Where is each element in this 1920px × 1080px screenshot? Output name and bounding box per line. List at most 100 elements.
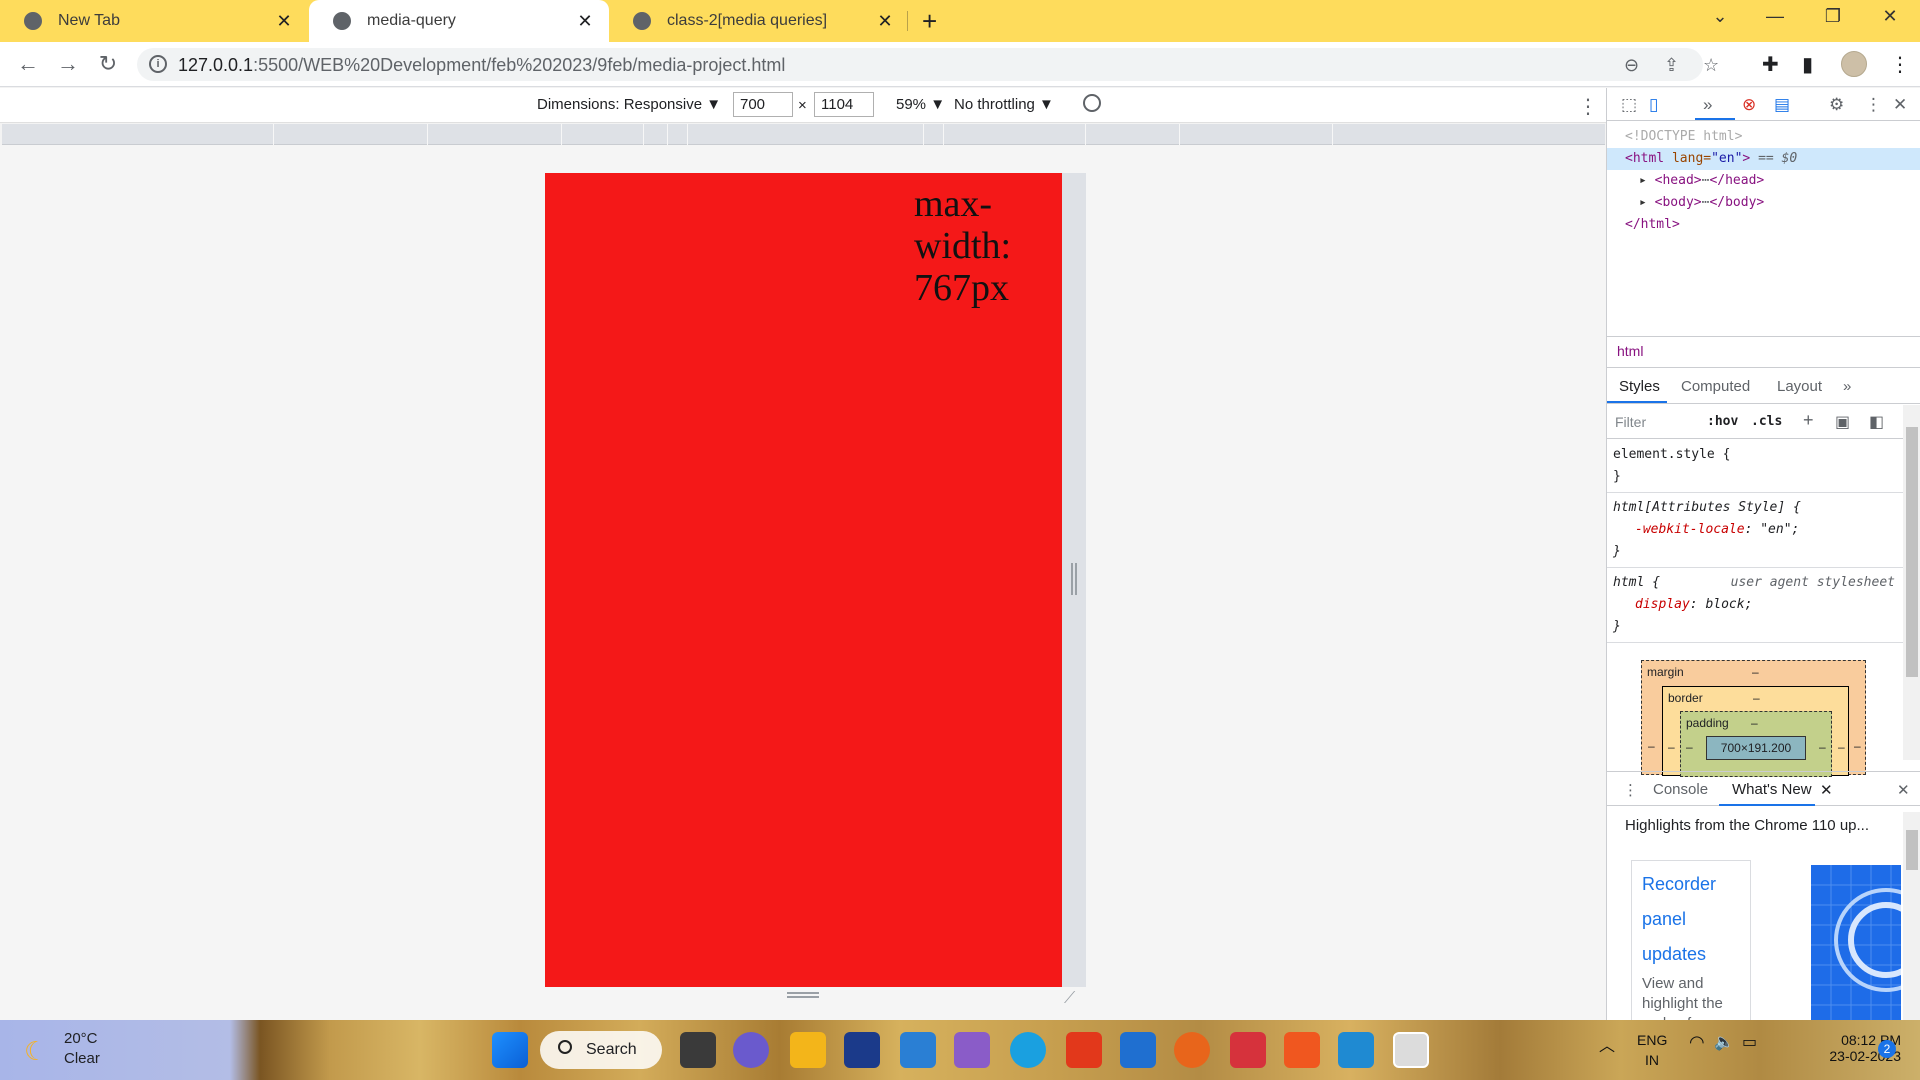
- forward-arrow-icon[interactable]: →: [54, 51, 82, 77]
- more-tabs-icon[interactable]: »: [1843, 378, 1851, 395]
- breadcrumb-item[interactable]: html: [1617, 343, 1643, 359]
- share-icon[interactable]: ⇪: [1664, 55, 1679, 76]
- tab-whats-new[interactable]: What's New: [1732, 781, 1812, 798]
- tab-class-2[interactable]: class-2[media queries] ✕: [609, 0, 909, 42]
- close-icon[interactable]: ✕: [274, 11, 294, 31]
- taskbar-search[interactable]: Search: [540, 1031, 662, 1069]
- dropbox-icon[interactable]: [844, 1032, 880, 1068]
- hov-toggle[interactable]: :hov: [1707, 414, 1738, 429]
- extensions-icon[interactable]: ✚: [1762, 52, 1779, 77]
- styles-scrollbar[interactable]: [1903, 405, 1920, 760]
- chevron-up-icon[interactable]: ︿: [1599, 1032, 1615, 1056]
- dom-doctype[interactable]: <!DOCTYPE html>: [1607, 126, 1920, 148]
- volume-icon[interactable]: 🔈: [1714, 1032, 1734, 1052]
- dom-html-node[interactable]: <html lang="en"> == $0: [1607, 148, 1920, 170]
- triangle-right-icon[interactable]: ▸: [1639, 195, 1655, 210]
- dom-body-node[interactable]: ▸ <body>⋯</body>: [1607, 192, 1920, 214]
- tab-computed[interactable]: Computed: [1681, 378, 1750, 395]
- media-query-ruler[interactable]: [2, 124, 1605, 145]
- reload-icon[interactable]: ↻: [94, 51, 122, 77]
- close-drawer-icon[interactable]: ✕: [1897, 781, 1910, 799]
- box-margin[interactable]: margin – – – border – – – padding – – – …: [1641, 660, 1866, 777]
- whats-new-card[interactable]: Recorder panel updates View and highligh…: [1631, 860, 1751, 1032]
- minimize-icon[interactable]: —: [1755, 6, 1795, 27]
- zoom-icon[interactable]: ⊖: [1624, 55, 1639, 76]
- tab-styles[interactable]: Styles: [1619, 378, 1660, 395]
- zoom-select[interactable]: 59% ▼: [896, 96, 945, 113]
- info-icon[interactable]: i: [149, 55, 167, 73]
- width-input[interactable]: 700: [733, 92, 793, 117]
- teams-chat-icon[interactable]: [733, 1032, 769, 1068]
- dom-html-close[interactable]: </html>: [1607, 214, 1920, 236]
- message-icon[interactable]: ▤: [1774, 95, 1790, 115]
- add-rule-icon[interactable]: +: [1803, 410, 1814, 431]
- rule-element-style[interactable]: element.style { }: [1607, 440, 1903, 493]
- scrollbar-thumb[interactable]: [1906, 427, 1918, 677]
- scrollbar-thumb[interactable]: [1906, 830, 1918, 870]
- close-icon[interactable]: ✕: [875, 11, 895, 31]
- wifi-icon[interactable]: ◠: [1689, 1032, 1705, 1053]
- css-value[interactable]: : "en";: [1745, 522, 1800, 537]
- drawer-scrollbar[interactable]: [1903, 812, 1920, 1021]
- firefox-icon[interactable]: [1174, 1032, 1210, 1068]
- notification-badge[interactable]: 2: [1878, 1040, 1896, 1058]
- close-devtools-icon[interactable]: ✕: [1893, 95, 1907, 115]
- game-icon[interactable]: [1230, 1032, 1266, 1068]
- emulated-page[interactable]: max-width: 767px: [545, 173, 1062, 987]
- mail-icon[interactable]: [1120, 1032, 1156, 1068]
- menu-icon[interactable]: ⋮: [1890, 52, 1910, 77]
- toggle-sidebar-icon[interactable]: ◧: [1869, 412, 1884, 432]
- todo-icon[interactable]: [900, 1032, 936, 1068]
- tab-media-query[interactable]: media-query ✕: [309, 0, 609, 42]
- office-icon[interactable]: [1066, 1032, 1102, 1068]
- url-text[interactable]: 127.0.0.1:5500/WEB%20Development/feb%202…: [178, 55, 785, 76]
- tab-layout[interactable]: Layout: [1777, 378, 1822, 395]
- plus-icon[interactable]: +: [922, 8, 937, 34]
- edge-icon[interactable]: [1010, 1032, 1046, 1068]
- more-options-icon[interactable]: ⋮: [1578, 94, 1598, 119]
- filter-input[interactable]: Filter: [1615, 414, 1646, 430]
- vscode-icon[interactable]: [1338, 1032, 1374, 1068]
- chevron-down-icon[interactable]: ⌄: [1700, 6, 1740, 27]
- close-icon[interactable]: ✕: [575, 11, 595, 31]
- resize-handle-right[interactable]: [1062, 173, 1086, 987]
- rule-user-agent-html[interactable]: html {user agent stylesheet display: blo…: [1607, 568, 1903, 643]
- more-options-icon[interactable]: ⋮: [1865, 95, 1882, 115]
- card-title[interactable]: updates: [1642, 937, 1740, 972]
- address-bar[interactable]: i 127.0.0.1:5500/WEB%20Development/feb%2…: [137, 48, 1719, 81]
- drawer-menu-icon[interactable]: ⋮: [1623, 781, 1638, 799]
- tab-new-tab[interactable]: New Tab ✕: [0, 0, 308, 42]
- inspect-element-icon[interactable]: ⬚: [1621, 95, 1637, 115]
- triangle-right-icon[interactable]: ▸: [1639, 173, 1655, 188]
- task-view-icon[interactable]: [680, 1032, 716, 1068]
- error-icon[interactable]: ⊗: [1742, 95, 1756, 115]
- box-content[interactable]: 700×191.200: [1706, 736, 1806, 760]
- settings-gear-icon[interactable]: ⚙: [1829, 95, 1844, 115]
- paint-brush-icon[interactable]: ▣: [1835, 412, 1850, 432]
- close-icon[interactable]: ✕: [1870, 6, 1910, 27]
- dimensions-select[interactable]: Dimensions: Responsive ▼: [537, 96, 721, 113]
- css-property[interactable]: -webkit-locale: [1635, 522, 1745, 537]
- avatar[interactable]: [1841, 51, 1867, 77]
- language-code[interactable]: ENG: [1637, 1032, 1667, 1048]
- cls-toggle[interactable]: .cls: [1751, 414, 1782, 429]
- css-value[interactable]: : block;: [1690, 597, 1753, 612]
- rule-attributes-style[interactable]: html[Attributes Style] { -webkit-locale:…: [1607, 493, 1903, 568]
- resize-corner-icon[interactable]: ⟋: [1064, 990, 1075, 1008]
- resize-handle-bottom[interactable]: [545, 987, 1086, 1007]
- box-padding[interactable]: padding – – – 700×191.200: [1680, 711, 1832, 777]
- card-title[interactable]: panel: [1642, 902, 1740, 937]
- height-input[interactable]: 1104: [814, 92, 874, 117]
- device-toggle-icon[interactable]: ▯: [1649, 95, 1658, 115]
- chrome-icon[interactable]: [1393, 1032, 1429, 1068]
- close-tab-icon[interactable]: ✕: [1820, 781, 1833, 799]
- tab-console[interactable]: Console: [1653, 781, 1708, 798]
- back-arrow-icon[interactable]: ←: [14, 51, 42, 77]
- star-icon[interactable]: ☆: [1703, 55, 1719, 76]
- dom-head-node[interactable]: ▸ <head>⋯</head>: [1607, 170, 1920, 192]
- brave-icon[interactable]: [1284, 1032, 1320, 1068]
- side-panel-icon[interactable]: ▮: [1802, 52, 1813, 77]
- snipping-tool-icon[interactable]: [954, 1032, 990, 1068]
- throttling-select[interactable]: No throttling ▼: [954, 96, 1054, 113]
- css-property[interactable]: display: [1635, 597, 1690, 612]
